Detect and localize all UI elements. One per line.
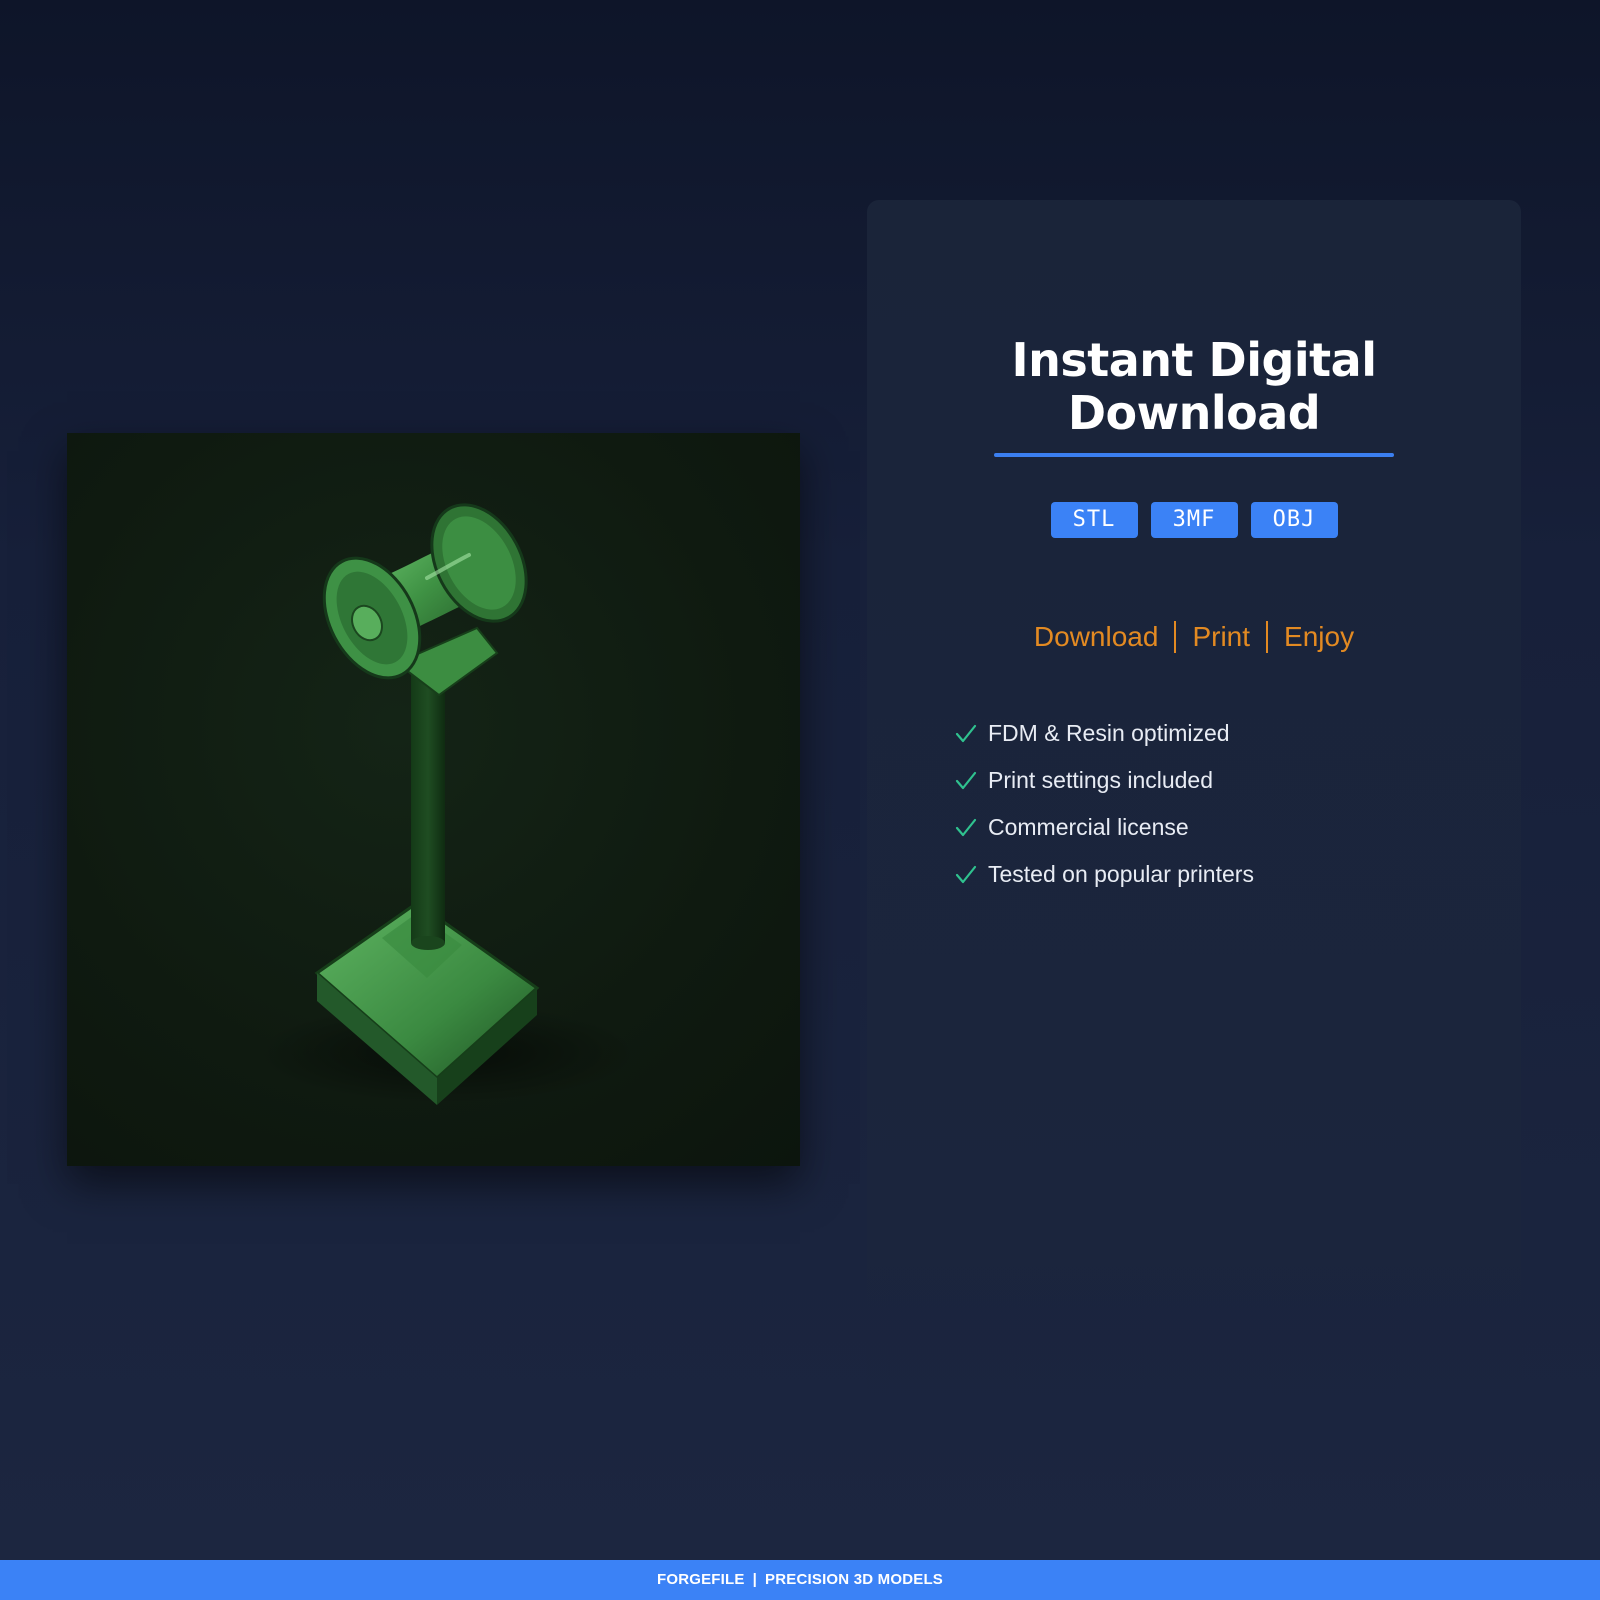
tagline-separator — [1266, 620, 1269, 653]
tagline-print: Print — [1192, 621, 1251, 652]
feature-item: FDM & Resin optimized — [954, 710, 1254, 757]
footer-separator: | — [752, 1571, 758, 1588]
card-title-line1: Instant Digital — [1011, 333, 1377, 387]
feature-label: Print settings included — [988, 767, 1214, 793]
feature-label: Commercial license — [988, 814, 1189, 840]
check-icon — [955, 818, 977, 836]
card-title: Instant Digital Download — [867, 334, 1521, 440]
feature-label: FDM & Resin optimized — [988, 720, 1230, 746]
info-card: Instant Digital Download STL 3MF OBJ Dow… — [867, 200, 1521, 1400]
format-badges: STL 3MF OBJ — [867, 502, 1521, 538]
footer-bar: FORGEFILE | PRECISION 3D MODELS — [0, 1560, 1600, 1600]
feature-item: Tested on popular printers — [954, 851, 1254, 898]
product-image — [67, 433, 800, 1166]
feature-item: Commercial license — [954, 804, 1254, 851]
format-badge-stl: STL — [1050, 502, 1138, 538]
footer-slogan: PRECISION 3D MODELS — [765, 1571, 944, 1588]
feature-item: Print settings included — [954, 757, 1254, 804]
title-underline — [994, 453, 1394, 457]
format-badge-3mf: 3MF — [1150, 502, 1238, 538]
footer-brand: FORGEFILE — [656, 1571, 745, 1588]
spool-holder-model — [257, 503, 637, 1105]
check-icon — [955, 771, 977, 789]
tagline-download: Download — [1033, 621, 1159, 652]
check-icon — [955, 724, 977, 742]
tagline: Download Print Enjoy — [867, 620, 1521, 655]
format-badge-obj: OBJ — [1250, 502, 1338, 538]
feature-label: Tested on popular printers — [988, 861, 1254, 887]
feature-list: FDM & Resin optimized Print settings inc… — [954, 710, 1254, 898]
card-title-line2: Download — [1067, 386, 1321, 440]
check-icon — [955, 865, 977, 883]
tagline-separator — [1174, 620, 1177, 653]
tagline-enjoy: Enjoy — [1284, 621, 1355, 652]
